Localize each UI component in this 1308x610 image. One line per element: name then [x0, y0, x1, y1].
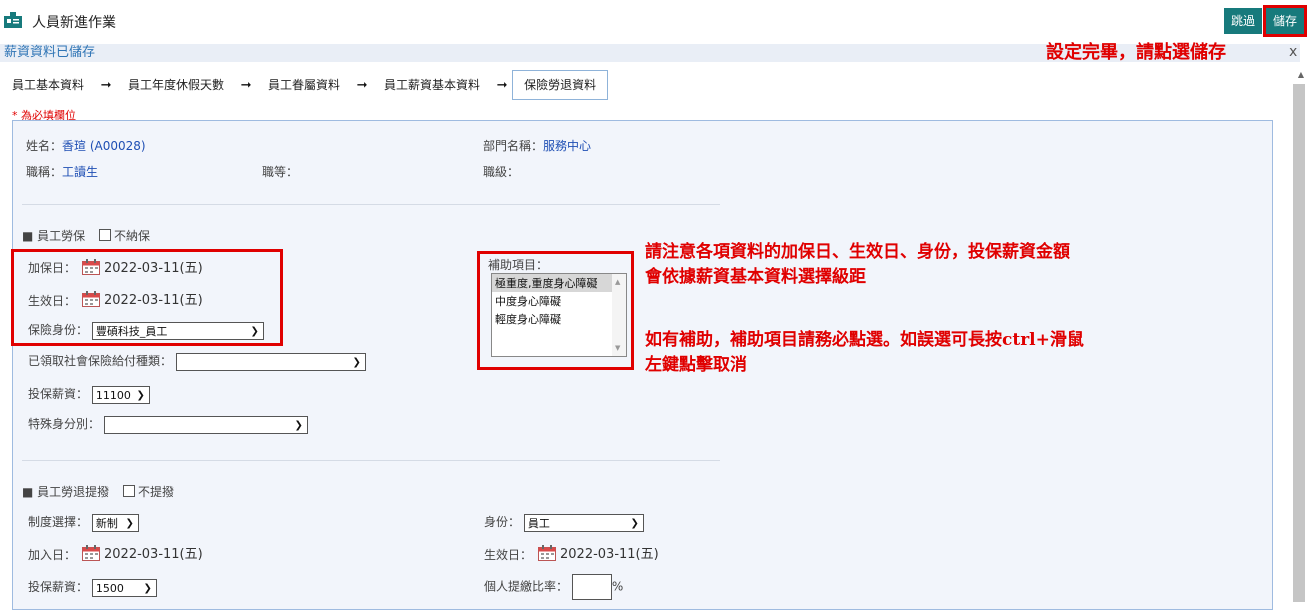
skip-button[interactable]: 跳過	[1224, 8, 1263, 34]
step-salary-basic[interactable]: 員工薪資基本資料	[372, 70, 492, 100]
chevron-down-icon: ❯	[294, 419, 303, 431]
scroll-up-arrow-icon[interactable]: ▲	[615, 278, 620, 286]
subsidy-label: 補助項目：	[488, 258, 549, 272]
subsidy-option[interactable]: 中度身心障礙	[492, 292, 626, 310]
chevron-down-icon: ❯	[630, 517, 639, 529]
chevron-down-icon: ❯	[143, 582, 152, 594]
insured-salary-select[interactable]: 11100 ❯	[91, 385, 150, 404]
divider	[22, 460, 720, 461]
pension-salary-row: 投保薪資： 1500 ❯	[28, 578, 157, 597]
benefit-type-row: 已領取社會保險給付種類： ❯	[28, 352, 366, 371]
pension-section: ■ 員工勞退提撥 不提撥	[22, 483, 174, 500]
pension-system-row: 制度選擇： 新制 ❯	[28, 513, 139, 532]
subsidy-listbox[interactable]: 極重度,重度身心障礙 中度身心障礙 輕度身心障礙 ▲ ▼	[491, 273, 627, 357]
add-date-label: 加保日：	[28, 261, 77, 275]
special-identity-select[interactable]: ❯	[103, 415, 308, 434]
benefit-type-select[interactable]: ❯	[175, 352, 366, 371]
job-title-row: 職稱：工讀生	[26, 165, 99, 179]
arrow-right-icon: ➞	[240, 77, 252, 93]
pension-effective-date-field[interactable]: 2022-03-11(五)	[538, 543, 659, 562]
add-date-field[interactable]: 2022-03-11(五)	[82, 257, 203, 276]
special-identity-row: 特殊身分別： ❯	[28, 415, 308, 434]
step-insurance-pension[interactable]: 保險勞退資料	[512, 70, 609, 100]
pension-effective-date-label: 生效日：	[484, 548, 533, 562]
pension-salary-select[interactable]: 1500 ❯	[91, 578, 157, 597]
step-annual-leave[interactable]: 員工年度休假天數	[116, 70, 236, 100]
join-date-label: 加入日：	[28, 548, 77, 562]
no-insure-checkbox[interactable]	[98, 229, 111, 241]
page-title: 人員新進作業	[32, 15, 116, 31]
employee-name: 香瑄 (A00028)	[62, 139, 146, 153]
pension-title: ■ 員工勞退提撥	[22, 485, 110, 499]
pension-identity-select[interactable]: 員工 ❯	[523, 513, 644, 532]
pension-system-select[interactable]: 新制 ❯	[91, 513, 139, 532]
arrow-right-icon: ➞	[100, 77, 112, 93]
department-name: 服務中心	[543, 139, 592, 153]
save-hint-annotation: 設定完畢，請點選儲存	[1046, 42, 1226, 63]
personal-rate-input[interactable]	[571, 574, 612, 600]
calendar-icon[interactable]	[82, 545, 100, 561]
department-row: 部門名稱：服務中心	[483, 139, 592, 153]
job-grade-label: 職等：	[262, 165, 299, 179]
effective-date-label: 生效日：	[28, 294, 77, 308]
listbox-scrollbar[interactable]: ▲ ▼	[612, 274, 626, 356]
subsidy-option[interactable]: 極重度,重度身心障礙	[492, 274, 612, 292]
chevron-down-icon: ❯	[125, 517, 134, 529]
insurance-identity-select[interactable]: 豐碩科技_員工 ❯	[91, 321, 264, 340]
insured-salary-row: 投保薪資： 11100 ❯	[28, 385, 150, 404]
no-contribute-checkbox-row[interactable]: 不提撥	[122, 485, 174, 499]
close-notice-button[interactable]: x	[1289, 44, 1297, 60]
employee-name-row: 姓名：香瑄 (A00028)	[26, 139, 146, 153]
page-scrollbar[interactable]	[1293, 84, 1305, 602]
save-button[interactable]: 儲存	[1262, 5, 1308, 37]
chevron-down-icon: ❯	[136, 389, 145, 401]
pension-identity-row: 身份： 員工 ❯	[484, 513, 644, 532]
job-level-label: 職級：	[483, 165, 520, 179]
personal-rate-row: 個人提繳比率： %	[484, 574, 623, 600]
divider	[22, 204, 720, 205]
chevron-down-icon: ❯	[250, 325, 259, 337]
job-title: 工讀生	[62, 165, 99, 179]
insurance-identity-row: 保險身份： 豐碩科技_員工 ❯	[28, 321, 264, 340]
step-basic-info[interactable]: 員工基本資料	[0, 70, 96, 100]
subsidy-option[interactable]: 輕度身心障礙	[492, 310, 626, 328]
app-icon	[4, 12, 22, 28]
step-dependents[interactable]: 員工眷屬資料	[256, 70, 352, 100]
scroll-down-arrow-icon[interactable]: ▼	[615, 344, 620, 352]
step-wizard: 員工基本資料 ➞ 員工年度休假天數 ➞ 員工眷屬資料 ➞ 員工薪資基本資料 ➞ …	[0, 70, 609, 100]
chevron-down-icon: ❯	[352, 356, 361, 368]
labor-insurance-section: ■ 員工勞保 不納保	[22, 227, 150, 244]
effective-date-field[interactable]: 2022-03-11(五)	[82, 289, 203, 308]
arrow-right-icon: ➞	[356, 77, 368, 93]
calendar-icon[interactable]	[82, 291, 100, 307]
calendar-icon[interactable]	[82, 259, 100, 275]
insurance-hint-annotation: 請注意各項資料的加保日、生效日、身份，投保薪資金額 會依據薪資基本資料選擇級距	[645, 242, 1070, 287]
subsidy-hint-annotation: 如有補助，補助項目請務必點選。如誤選可長按ctrl+滑鼠 左鍵點擊取消	[645, 330, 1084, 375]
no-contribute-checkbox[interactable]	[122, 485, 135, 497]
arrow-right-icon: ➞	[496, 77, 508, 93]
no-insure-checkbox-row[interactable]: 不納保	[98, 229, 150, 243]
calendar-icon[interactable]	[538, 545, 556, 561]
labor-insurance-title: ■ 員工勞保	[22, 229, 86, 243]
scroll-up-arrow-icon[interactable]: ▲	[1295, 70, 1307, 80]
join-date-field[interactable]: 2022-03-11(五)	[82, 543, 203, 562]
